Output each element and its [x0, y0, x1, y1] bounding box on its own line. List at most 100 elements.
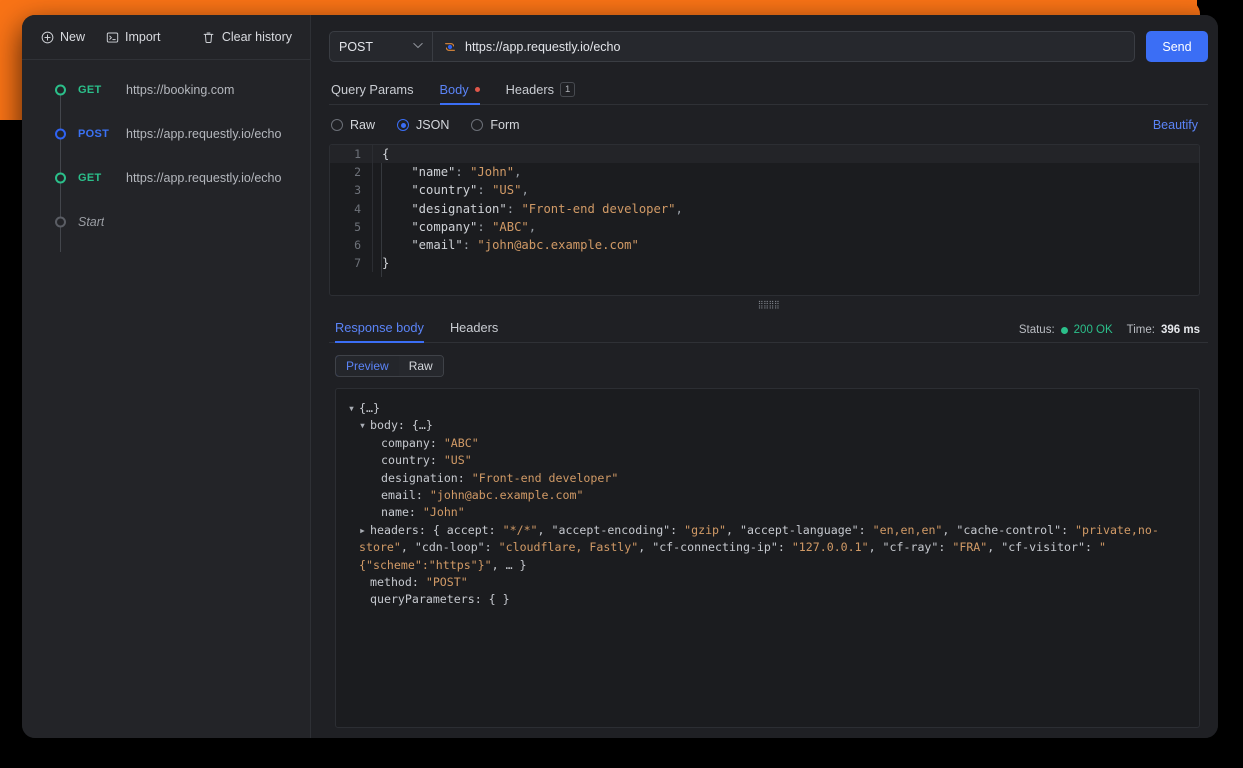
line-number: 6: [330, 236, 372, 254]
json-value: "cloudflare, Fastly": [499, 540, 639, 554]
json-tree-row: ▾{…}: [348, 400, 1189, 417]
json-value: "127.0.0.1": [792, 540, 869, 554]
editor-line: 6 "email": "john@abc.example.com": [330, 236, 1199, 254]
json-key: body: {…}: [370, 418, 433, 432]
status-dot-icon: [1061, 327, 1068, 334]
line-number: 1: [330, 145, 372, 163]
editor-line-code: "company": "ABC",: [372, 218, 1199, 236]
body-type-form[interactable]: Form: [471, 118, 519, 132]
json-value: "POST": [426, 575, 468, 589]
history-item-dot-icon: [55, 217, 66, 228]
history-list: GET https://booking.com POST https://app.re…: [22, 60, 310, 738]
editor-line-code: "name": "John",: [372, 163, 1199, 181]
json-body-editor[interactable]: 1{2 "name": "John",3 "country": "US",4 "…: [329, 144, 1200, 296]
method-select[interactable]: POST: [329, 31, 432, 62]
history-item[interactable]: GET https://booking.com: [22, 76, 310, 104]
plus-circle-icon: [40, 30, 54, 44]
app-window: New Import Clear history: [22, 15, 1218, 738]
line-number: 3: [330, 181, 372, 199]
request-tab-query-params[interactable]: Query Params: [331, 82, 414, 104]
editor-line: 2 "name": "John",: [330, 163, 1199, 181]
history-item-url: https://app.requestly.io/echo: [126, 127, 281, 141]
request-tab-body[interactable]: Body: [440, 82, 480, 104]
request-tab-label: Query Params: [331, 82, 414, 97]
request-tabs: Query Params Body Headers1: [329, 74, 1208, 105]
json-value: "en,en,en": [873, 523, 943, 537]
response-tabs: Response body Headers Status: 200 OK Time…: [329, 312, 1208, 343]
json-value: "Front-end developer": [472, 471, 619, 485]
json-key: , "cf-visitor":: [987, 540, 1099, 554]
editor-scrollbar[interactable]: [1190, 145, 1199, 295]
history-item-url: https://app.requestly.io/echo: [126, 171, 281, 185]
json-preview-tree: ▾{…}▾body: {…}company: "ABC"country: "US…: [348, 400, 1189, 609]
tab-count-badge: 1: [560, 82, 575, 97]
json-tree-row: queryParameters: { }: [348, 591, 1189, 608]
editor-line-code: }: [372, 254, 1199, 272]
json-key: name:: [381, 505, 423, 519]
editor-line-code: "designation": "Front-end developer",: [372, 200, 1199, 218]
json-key: queryParameters: { }: [370, 592, 510, 606]
response-tab-response-body[interactable]: Response body: [335, 320, 424, 342]
line-number: 7: [330, 254, 372, 272]
body-type-raw[interactable]: Raw: [331, 118, 375, 132]
history-item[interactable]: GEThttps://app.requestly.io/echo: [22, 164, 310, 192]
view-mode-segmented: PreviewRaw: [335, 355, 444, 377]
caret-down-icon[interactable]: ▾: [359, 417, 370, 434]
beautify-link[interactable]: Beautify: [1153, 118, 1198, 132]
status-label: Status:: [1019, 324, 1055, 336]
line-number: 5: [330, 218, 372, 236]
json-key: , "cache-control":: [942, 523, 1075, 537]
history-item-method: POST: [78, 128, 120, 140]
history-item[interactable]: Start: [22, 208, 310, 236]
panel-splitter[interactable]: ⣿⣿⣿⣿: [329, 296, 1208, 312]
request-tab-label: Body: [440, 82, 469, 97]
clear-history-button[interactable]: Clear history: [196, 26, 298, 48]
json-key: "cdn-loop": [415, 540, 485, 554]
new-button[interactable]: New: [34, 26, 91, 48]
json-key: designation:: [381, 471, 472, 485]
json-tree-row: method: "POST": [348, 574, 1189, 591]
json-key: ,: [401, 540, 415, 554]
json-key: method:: [370, 575, 426, 589]
status-code: 200 OK: [1074, 324, 1113, 336]
caret-right-icon[interactable]: ▸: [359, 522, 370, 539]
new-button-label: New: [60, 30, 85, 44]
json-value: "US": [444, 453, 472, 467]
history-item[interactable]: POST https://app.requestly.io/echo: [22, 120, 310, 148]
request-tab-headers[interactable]: Headers1: [506, 82, 576, 104]
import-button-label: Import: [125, 30, 160, 44]
body-type-json[interactable]: JSON: [397, 118, 449, 132]
caret-down-icon[interactable]: ▾: [348, 400, 359, 417]
import-button[interactable]: Import: [99, 26, 166, 48]
time-value: 396 ms: [1161, 324, 1200, 336]
body-type-row: Raw JSON Form Beautify: [329, 105, 1208, 144]
json-key: , "cf-connecting-ip":: [638, 540, 792, 554]
radio-icon: [331, 119, 343, 131]
json-value: "john@abc.example.com": [430, 488, 584, 502]
json-tree-row: name: "John": [348, 504, 1189, 521]
response-tab-headers[interactable]: Headers: [450, 320, 498, 342]
orange-background-left: [0, 0, 24, 120]
editor-line: 5 "company": "ABC",: [330, 218, 1199, 236]
sidebar-toolbar: New Import Clear history: [22, 15, 310, 60]
radio-icon: [397, 119, 409, 131]
view-mode-raw[interactable]: Raw: [399, 356, 443, 376]
response-status: Status: 200 OK Time: 396 ms: [1019, 324, 1200, 342]
editor-line-code: "email": "john@abc.example.com": [372, 236, 1199, 254]
url-input[interactable]: https://app.requestly.io/echo: [432, 31, 1135, 62]
json-value: "John": [423, 505, 465, 519]
sidebar: New Import Clear history: [22, 15, 311, 738]
method-select-value: POST: [339, 40, 373, 54]
radio-icon: [471, 119, 483, 131]
drag-handle-icon: ⣿⣿⣿⣿: [758, 300, 779, 309]
history-item-url: https://booking.com: [126, 83, 234, 97]
trash-icon: [202, 30, 216, 44]
sync-icon: [443, 40, 457, 54]
history-item-method: GET: [78, 84, 120, 96]
line-number: 4: [330, 200, 372, 218]
editor-line: 3 "country": "US",: [330, 181, 1199, 199]
view-mode-preview[interactable]: Preview: [335, 355, 400, 377]
response-body-viewer[interactable]: ▾{…}▾body: {…}company: "ABC"country: "US…: [335, 388, 1200, 728]
json-key: headers: { accept:: [370, 523, 503, 537]
send-button[interactable]: Send: [1146, 31, 1208, 62]
